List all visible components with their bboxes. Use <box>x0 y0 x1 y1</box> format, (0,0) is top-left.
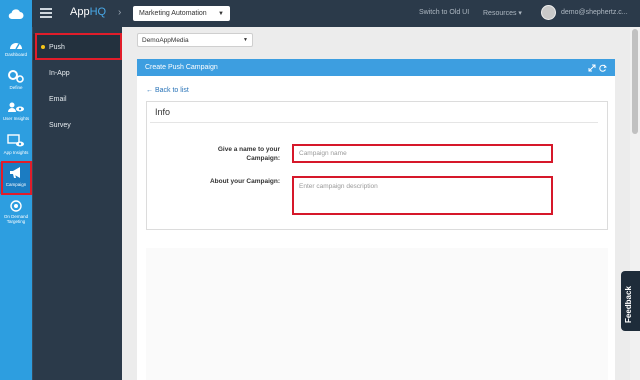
resources-menu[interactable]: Resources ▾ <box>483 9 522 17</box>
rail-label: Dashboard <box>4 52 27 57</box>
icon-rail: Dashboard Define User Insights App Insig… <box>0 27 32 380</box>
expand-icon[interactable] <box>588 64 596 72</box>
about-campaign-label: About your Campaign: <box>209 178 280 185</box>
app-selector[interactable]: Marketing Automation ▼ <box>133 6 230 21</box>
refresh-icon[interactable] <box>599 64 607 72</box>
rail-item-user-insights[interactable]: User Insights <box>0 102 32 121</box>
panel-title: Create Push Campaign <box>145 64 218 71</box>
users-eye-icon <box>8 102 24 112</box>
resources-label: Resources <box>483 10 517 17</box>
back-to-list-link[interactable]: ← Back to list <box>146 87 189 94</box>
rail-item-app-insights[interactable]: App Insights <box>0 134 32 155</box>
campaign-name-input[interactable]: Campaign name <box>292 144 553 163</box>
lower-panel <box>146 248 608 380</box>
subnav-label: Email <box>49 95 67 103</box>
target-icon <box>10 200 22 212</box>
dashboard-icon <box>10 43 22 50</box>
chevron-right-icon: › <box>118 7 122 18</box>
rail-item-define[interactable]: Define <box>0 69 32 90</box>
subnav-item-email[interactable]: Email <box>33 86 123 112</box>
gears-icon <box>8 70 24 83</box>
top-bar: AppHQ › Marketing Automation ▼ Switch to… <box>0 0 640 27</box>
divider <box>150 122 598 123</box>
scroll-thumb[interactable] <box>632 29 638 134</box>
back-label: Back to list <box>154 87 189 94</box>
campaign-description-placeholder: Enter campaign description <box>299 183 378 190</box>
caret-down-icon: ▾ <box>518 10 522 17</box>
app-media-label: DemoAppMedia <box>142 36 189 44</box>
subnav-item-survey[interactable]: Survey <box>33 112 123 138</box>
subnav-item-in-app[interactable]: In-App <box>33 60 123 86</box>
rail-item-dashboard[interactable]: Dashboard <box>0 39 32 57</box>
brand-title: AppHQ <box>70 6 107 18</box>
app-media-select[interactable]: DemoAppMedia ▼ <box>137 33 253 47</box>
rail-label: On Demand Targeting <box>3 214 29 224</box>
push-highlight <box>35 33 122 60</box>
caret-down-icon: ▼ <box>243 37 248 43</box>
user-menu[interactable]: demo@shephertz.c... <box>561 9 628 16</box>
subnav-label: In-App <box>49 69 70 77</box>
campaign-highlight <box>1 161 32 195</box>
feedback-label: Feedback <box>624 286 633 323</box>
monitor-eye-icon <box>7 134 24 147</box>
cloud-logo-icon[interactable] <box>0 0 32 27</box>
sub-sidebar: Push In-App Email Survey <box>32 27 123 380</box>
rail-label: App Insights <box>3 150 29 155</box>
switch-old-ui-link[interactable]: Switch to Old UI <box>419 9 469 16</box>
rail-item-on-demand-targeting[interactable]: On Demand Targeting <box>0 200 32 224</box>
campaign-name-label: Give a name to your Campaign: <box>217 146 280 162</box>
rail-label: User Insights <box>2 116 30 121</box>
menu-icon[interactable] <box>40 8 52 18</box>
caret-down-icon: ▼ <box>218 10 224 17</box>
campaign-description-input[interactable]: Enter campaign description <box>292 176 553 215</box>
app-selector-label: Marketing Automation <box>139 10 207 17</box>
info-title: Info <box>155 107 171 117</box>
panel-header: Create Push Campaign <box>137 59 615 76</box>
feedback-tab[interactable]: Feedback <box>621 271 640 331</box>
avatar[interactable] <box>541 5 556 20</box>
subnav-label: Survey <box>49 121 71 129</box>
rail-label: Define <box>9 85 23 90</box>
campaign-name-placeholder: Campaign name <box>299 150 347 157</box>
